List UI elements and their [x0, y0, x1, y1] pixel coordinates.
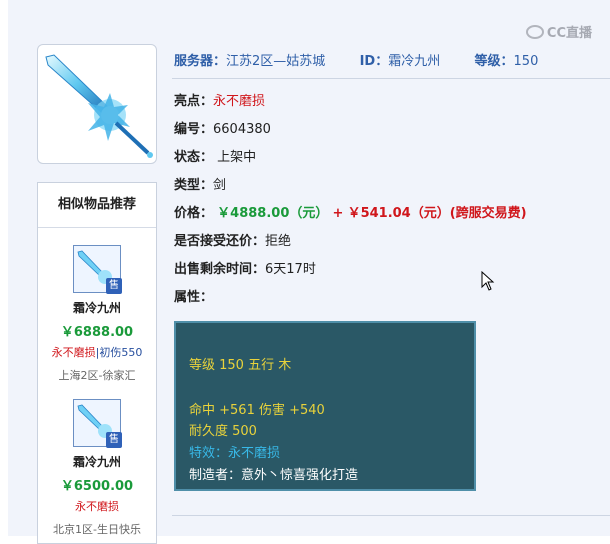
remaining-time-value: 6天17时: [265, 262, 316, 277]
price-label: 价格：: [174, 206, 214, 221]
counter-offer-row: 是否接受还价：拒绝: [174, 230, 291, 249]
server-label: 服务器：: [174, 54, 227, 69]
level-element-line: 等级 150 五行 木: [189, 358, 292, 373]
price-row: 价格： ￥4888.00（元） + ￥541.04（元）(跨服交易费): [174, 202, 527, 221]
type-value: 剑: [213, 178, 227, 193]
attributes-label: 属性：: [174, 290, 214, 305]
mouse-cursor-icon: [481, 271, 495, 291]
item-image[interactable]: [37, 44, 157, 164]
type-label: 类型：: [174, 178, 214, 193]
sword-icon: [45, 54, 153, 158]
number-label: 编号：: [174, 122, 214, 137]
similar-item[interactable]: 售 霜冷九州 ￥6888.00 永不磨损|初伤550 上海2区-徐家汇: [38, 245, 156, 383]
similar-item-damage: 初伤550: [99, 346, 143, 359]
hit-damage-line: 命中 +561 伤害 +540: [189, 403, 325, 418]
cc-logo-icon: [525, 24, 544, 39]
maker-line: 制造者：意外丶惊喜强化打造: [189, 468, 359, 483]
similar-items-title: 相似物品推荐: [38, 183, 156, 228]
similar-item-image[interactable]: 售: [73, 245, 122, 294]
similar-item-name[interactable]: 霜冷九州: [38, 299, 156, 316]
number-value: 6604380: [213, 122, 271, 137]
status-value: 上架中: [217, 150, 257, 165]
similar-item-price: ￥6888.00: [60, 325, 134, 340]
highlight-label: 亮点：: [174, 94, 214, 109]
similar-item[interactable]: 售 霜冷九州 ￥6500.00 永不磨损 北京1区-生日快乐: [38, 399, 156, 537]
highlight-value: 永不磨损: [213, 94, 266, 109]
similar-items-panel: 相似物品推荐 售 霜冷九州 ￥6888.00 永不磨损|初伤550 上海2区-徐…: [37, 182, 157, 544]
sell-tag: 售: [106, 432, 122, 448]
type-row: 类型：剑: [174, 174, 226, 193]
id-label: ID：: [359, 54, 389, 69]
similar-item-image[interactable]: 售: [73, 399, 122, 448]
status-label: 状态：: [174, 150, 214, 165]
attributes-row: 属性：: [174, 286, 213, 305]
level-value: 150: [513, 54, 539, 69]
attributes-box: 等级 150 五行 木 命中 +561 伤害 +540 耐久度 500 特效：永…: [174, 321, 476, 491]
counter-offer-label: 是否接受还价：: [174, 234, 266, 249]
watermark-text: CC直播: [546, 26, 592, 41]
similar-item-server: 上海2区-徐家汇: [58, 369, 136, 382]
remaining-time-row: 出售剩余时间：6天17时: [174, 258, 316, 277]
similar-item-highlight: 永不磨损: [75, 500, 119, 513]
sell-tag: 售: [106, 278, 122, 294]
price-plus: +: [332, 206, 344, 221]
server-value: 江苏2区—姑苏城: [226, 54, 326, 69]
transaction-fee: ￥541.04（元）(跨服交易费): [347, 206, 527, 221]
status-row: 状态： 上架中: [174, 146, 256, 165]
divider: [172, 515, 610, 516]
similar-item-highlight: 永不磨损: [51, 346, 96, 359]
item-header: 服务器：江苏2区—姑苏城 ID：霜冷九州 等级：150: [174, 50, 538, 69]
divider: [172, 78, 610, 79]
watermark: CC直播: [525, 22, 592, 41]
number-row: 编号：6604380: [174, 118, 271, 137]
highlight-row: 亮点：永不磨损: [174, 90, 265, 109]
level-label: 等级：: [474, 54, 514, 69]
similar-item-attributes: 永不磨损: [38, 498, 156, 514]
remaining-time-label: 出售剩余时间：: [174, 262, 266, 277]
durability-line: 耐久度 500: [189, 424, 257, 439]
counter-offer-value: 拒绝: [265, 234, 292, 249]
id-value: 霜冷九州: [388, 54, 441, 69]
similar-item-server: 北京1区-生日快乐: [53, 523, 141, 536]
price-value: ￥4888.00（元）: [217, 206, 329, 221]
similar-item-attributes: 永不磨损|初伤550: [38, 344, 156, 360]
similar-item-price: ￥6500.00: [60, 479, 134, 494]
special-effect-line: 特效：永不磨损: [189, 446, 281, 461]
similar-item-name[interactable]: 霜冷九州: [38, 453, 156, 470]
